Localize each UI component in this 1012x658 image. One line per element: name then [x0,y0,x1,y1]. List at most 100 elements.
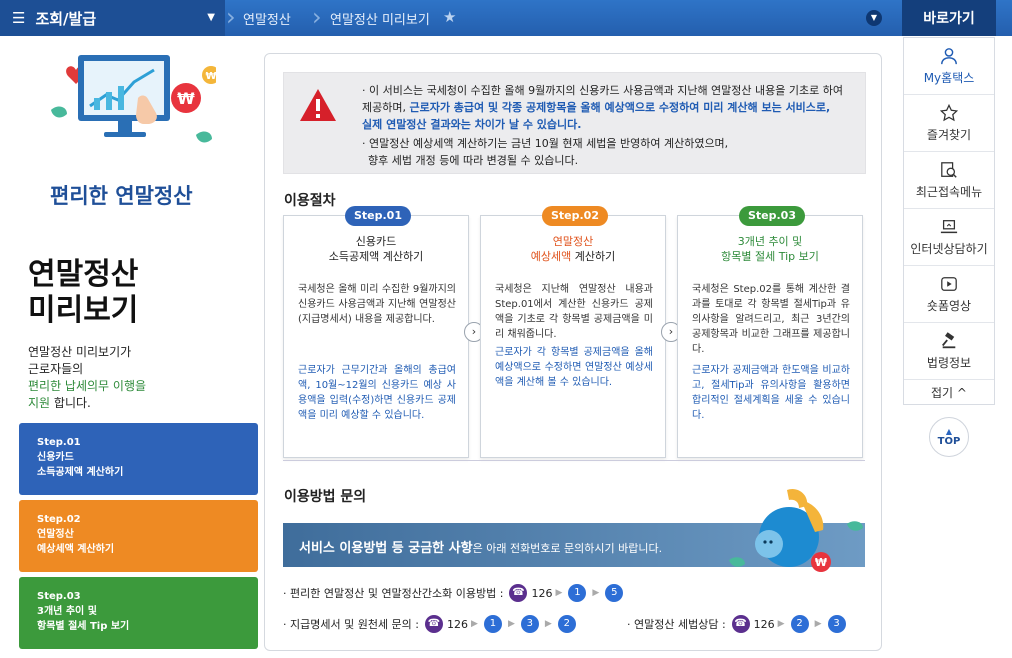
step1-heading-line2: 소득공제액 계산하기 [328,250,424,263]
menu-number: 3 [520,615,539,633]
step1-heading: 신용카드 소득공제액 계산하기 [284,234,468,264]
notice-line1: · 이 서비스는 국세청이 수집한 올해 9월까지의 신용카드 사용금액과 지난… [362,84,843,97]
contact-line-1: · 편리한 연말정산 및 연말정산간소화 이용방법 : ☎ 126 ▶ 1 ▶ … [283,584,626,602]
caret-down-icon: ▼ [207,12,215,23]
quick-item-shortform-video[interactable]: 숏폼영상 [904,266,994,323]
menu-select[interactable]: ☰ 조회/발급 ▼ [0,0,225,36]
quick-item-label: 즐겨찾기 [926,127,972,142]
step3-box: 3개년 추이 및 항목별 절세 Tip 보기 국세청은 Step.02를 통해 … [677,215,863,458]
quick-item-my-hometax[interactable]: My홈택스 [904,38,994,95]
warning-icon [300,89,336,121]
page-title-line2: 미리보기 [28,293,139,328]
step2-detail: 근로자가 각 항목별 공제금액을 올해예상액으로 수정하면 연말정산 예상세액을… [495,347,653,388]
desc-line4: 합니다. [50,396,91,410]
quick-item-label: My홈택스 [923,70,975,85]
user-icon [941,47,957,64]
notice-line2-b: 근로자가 총급여 및 각종 공제항목을 올해 예상액으로 수정하여 미리 계산해… [409,101,831,114]
quick-item-online-consult[interactable]: 인터넷상담하기 [904,209,994,266]
phone-icon: ☎ [425,615,444,633]
caret-up-icon: ▲ [945,426,953,436]
desc-line1: 연말정산 미리보기가 [28,345,132,359]
side-step-line: 연말정산 [37,529,74,540]
breadcrumb-separator-icon: › [226,3,236,31]
inquiry-title: 이용방법 문의 [284,489,367,505]
desc-line4-highlight: 지원 [28,396,51,410]
phone-icon: ☎ [509,584,528,602]
contact-line-2: · 지급명세서 및 원천세 문의 : ☎ 126 ▶ 1 ▶ 3 ▶ 2 [283,615,579,633]
quick-menu: My홈택스 즐겨찾기 최근접속메뉴 인터넷상담하기 숏폼영상 법령정보 접기 ^ [903,37,995,405]
arrow-right-icon: ▶ [471,619,478,629]
arrow-right-icon: ▶ [507,619,515,629]
arrow-right-icon: ▶ [777,619,785,629]
gavel-icon [942,331,956,348]
step2-badge: Step.02 [542,206,608,226]
quick-item-favorites[interactable]: 즐겨찾기 [904,95,994,152]
step3-badge: Step.03 [739,206,805,226]
contact-line-3: · 연말정산 세법상담 : ☎ 126 ▶ 2 ▶ 3 [627,615,849,633]
menu-number: 1 [568,584,587,602]
page-title-line1: 연말정산 [28,257,139,292]
banner-rest: 은 아래 전화번호로 문의하시기 바랍니다. [472,542,663,555]
banner-bold: 서비스 이용방법 등 궁금한 사항 [299,541,473,556]
video-play-icon [941,276,957,291]
quick-menu-title: 바로가기 [902,0,996,36]
side-step3-button[interactable]: Step.03 3개년 추이 및 항목별 절세 Tip 보기 [19,577,258,649]
step3-heading-line1: 3개년 추이 및 [737,235,803,248]
contact-label: · 연말정산 세법상담 : [627,618,726,631]
svg-text:₩: ₩ [177,89,195,108]
side-step-line: 신용카드 [37,452,74,463]
side-step-line: 항목별 절세 Tip 보기 [37,621,130,632]
favorite-star-icon[interactable]: ★ [443,8,456,26]
chevron-down-icon[interactable]: ▼ [866,10,882,26]
notice-box: · 이 서비스는 국세청이 수집한 올해 9월까지의 신용카드 사용금액과 지난… [283,72,866,174]
breadcrumb-item-1[interactable]: 연말정산 [243,0,291,36]
banner-text: 서비스 이용방법 등 궁금한 사항은 아래 전화번호로 문의하시기 바랍니다. [299,537,662,556]
quick-item-recent[interactable]: 최근접속메뉴 [904,152,994,209]
star-icon [940,103,958,121]
step2-heading: 연말정산 예상세액 계산하기 [481,234,665,264]
scroll-top-button[interactable]: ▲ TOP [929,417,969,457]
quick-item-label: 법령정보 [926,355,972,370]
breadcrumb-item-2[interactable]: 연말정산 미리보기 [330,0,430,36]
step3-detail: 근로자가 공제금액과 한도액을 비교하고, 절세Tip과 유의사항을 활용하면 … [692,365,850,421]
step2-heading-rest: 계산하기 [571,250,616,263]
side-step2-button[interactable]: Step.02 연말정산 예상세액 계산하기 [19,500,258,572]
section-divider [283,460,865,461]
step3-heading: 3개년 추이 및 항목별 절세 Tip 보기 [678,234,862,264]
menu-number: 3 [827,615,846,633]
arrow-right-icon: ▶ [814,619,822,629]
quick-menu-fold-button[interactable]: 접기 ^ [904,380,994,404]
step1-box: 신용카드 소득공제액 계산하기 국세청은 올해 미리 수집한 9월까지의 신용카… [283,215,469,458]
side-step-line: 예상세액 계산하기 [37,544,115,555]
notice-line2: 제공하며, 근로자가 총급여 및 각종 공제항목을 올해 예상액으로 수정하여 … [362,99,862,116]
arrow-right-icon: ▶ [592,588,600,598]
step2-heading-highlight: 예상세액 [530,250,572,263]
top-navigation-bar: ☰ 조회/발급 ▼ › 연말정산 › 연말정산 미리보기 ★ ▼ 바로가기 [0,0,1012,36]
main-content: · 이 서비스는 국세청이 수집한 올해 9월까지의 신용카드 사용금액과 지난… [264,53,882,651]
quick-item-law-info[interactable]: 법령정보 [904,323,994,380]
step1-badge: Step.01 [345,206,411,226]
quick-item-label: 인터넷상담하기 [910,241,988,256]
monitor-illustration: ₩ ₩ [51,55,216,143]
quick-item-label: 최근접속메뉴 [915,184,983,199]
procedure-title: 이용절차 [284,193,336,209]
phone-number: 126 [531,586,553,600]
phone-icon: ☎ [731,615,750,633]
notice-line4: · 연말정산 예상세액 계산하기는 금년 10월 현재 세법을 반영하여 계산하… [362,137,729,150]
svg-text:₩: ₩ [205,71,216,82]
laptop-icon [940,219,958,233]
hamburger-icon: ☰ [12,9,26,27]
desc-line2: 근로자들의 [28,362,84,376]
step2-heading-line1: 연말정산 [552,235,594,248]
step3-heading-line2: 항목별 절세 Tip 보기 [721,250,819,263]
menu-number: 2 [557,615,576,633]
quick-item-label: 숏폼영상 [926,298,972,313]
phone-number: 126 [447,617,469,631]
side-step-line: 3개년 추이 및 [37,606,97,617]
phone-character-illustration: ₩ [729,488,863,572]
side-step1-button[interactable]: Step.01 신용카드 소득공제액 계산하기 [19,423,258,495]
step2-box: 연말정산 예상세액 계산하기 국세청은 지난해 연말정산 내용과 Step.01… [480,215,666,458]
menu-select-label: 조회/발급 [35,9,97,28]
notice-line3: 실제 연말정산 결과와는 차이가 날 수 있습니다. [362,118,582,131]
menu-number: 5 [605,584,624,602]
